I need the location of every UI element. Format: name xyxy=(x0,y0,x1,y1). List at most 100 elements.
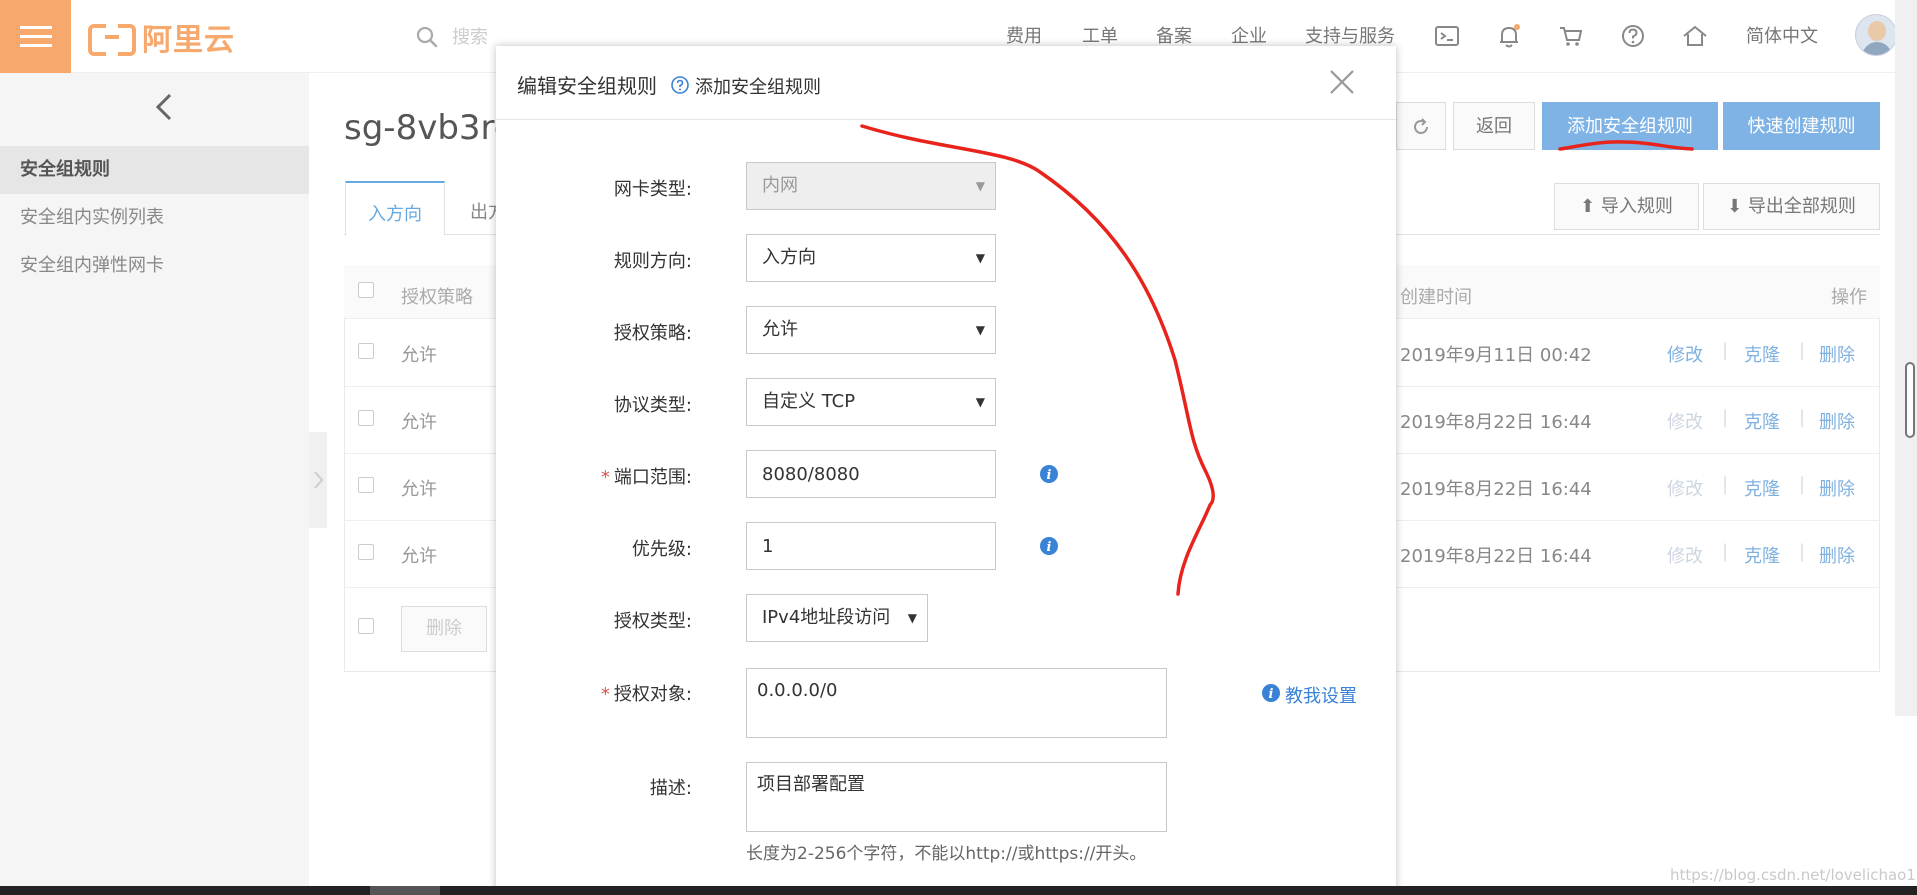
nic-type-label: 网卡类型: xyxy=(613,179,692,200)
clone-link[interactable]: 克隆 xyxy=(1744,341,1780,367)
column-header-policy: 授权策略 xyxy=(401,287,473,308)
sidebar-item-elastic-nic[interactable]: 安全组内弹性网卡 xyxy=(0,242,309,290)
protocol-select[interactable]: 自定义 TCP ▼ xyxy=(746,378,996,426)
terminal-icon[interactable] xyxy=(1433,22,1461,50)
aliyun-logo[interactable]: 阿里云 xyxy=(88,20,235,58)
notification-bell-icon[interactable] xyxy=(1495,22,1523,50)
upload-icon: ⬆ xyxy=(1580,196,1596,217)
policy-select[interactable]: 允许 ▼ xyxy=(746,306,996,354)
caret-down-icon: ▼ xyxy=(975,395,985,409)
bulk-select-checkbox[interactable] xyxy=(358,618,374,634)
shopping-cart-icon[interactable] xyxy=(1557,22,1585,50)
scrollbar-track[interactable] xyxy=(1895,0,1917,716)
direction-value: 入方向 xyxy=(762,247,816,268)
sidebar-toggle-handle[interactable] xyxy=(309,432,327,528)
caret-down-icon: ▼ xyxy=(907,611,917,625)
direction-label: 规则方向: xyxy=(613,251,692,272)
question-circle-icon[interactable] xyxy=(670,75,690,95)
nav-filing[interactable]: 备案 xyxy=(1156,22,1192,48)
auth-type-value: IPv4地址段访问 xyxy=(762,607,891,628)
port-range-input[interactable] xyxy=(746,450,996,498)
port-range-label: * 端口范围: xyxy=(492,463,692,489)
auth-object-label-text: 授权对象: xyxy=(613,684,692,705)
import-rules-label: 导入规则 xyxy=(1600,196,1673,217)
column-header-created-time: 创建时间 xyxy=(1400,287,1472,308)
modify-link[interactable]: 修改 xyxy=(1667,475,1703,501)
auth-object-textarea[interactable]: 0.0.0.0/0 xyxy=(746,668,1167,738)
auth-type-label: 授权类型: xyxy=(613,611,692,632)
column-header-actions: 操作 xyxy=(1831,287,1867,308)
policy-value: 允许 xyxy=(762,319,798,340)
clone-link[interactable]: 克隆 xyxy=(1744,542,1780,568)
nav-fees[interactable]: 费用 xyxy=(1006,22,1042,48)
home-icon[interactable] xyxy=(1681,22,1709,50)
action-separator: | xyxy=(1722,340,1729,361)
nav-support[interactable]: 支持与服务 xyxy=(1305,22,1395,48)
auth-type-select[interactable]: IPv4地址段访问 ▼ xyxy=(746,594,928,642)
add-rule-help-link[interactable]: 添加安全组规则 xyxy=(695,73,821,99)
tutorial-link[interactable]: 教我设置 xyxy=(1285,682,1357,708)
clone-link[interactable]: 克隆 xyxy=(1744,408,1780,434)
language-switch[interactable]: 简体中文 xyxy=(1746,22,1818,48)
delete-link[interactable]: 删除 xyxy=(1819,475,1855,501)
info-icon[interactable]: i xyxy=(1039,536,1059,556)
export-rules-button[interactable]: ⬇ 导出全部规则 xyxy=(1703,183,1880,230)
svg-text:i: i xyxy=(1269,687,1274,702)
sidebar-item-instance-list[interactable]: 安全组内实例列表 xyxy=(0,194,309,242)
action-separator: | xyxy=(1722,541,1729,562)
modify-link[interactable]: 修改 xyxy=(1667,542,1703,568)
row-checkbox[interactable] xyxy=(358,343,374,359)
quick-create-rule-button[interactable]: 快速创建规则 xyxy=(1723,102,1880,150)
action-separator: | xyxy=(1722,407,1729,428)
info-icon[interactable]: i xyxy=(1039,464,1059,484)
row-checkbox[interactable] xyxy=(358,477,374,493)
row-checkbox[interactable] xyxy=(358,544,374,560)
taskbar-item[interactable] xyxy=(370,886,440,895)
priority-input[interactable] xyxy=(746,522,996,570)
tab-inbound[interactable]: 入方向 xyxy=(345,181,445,235)
page-title: sg-8vb3rc xyxy=(344,108,513,148)
user-avatar[interactable] xyxy=(1855,14,1897,56)
export-rules-label: 导出全部规则 xyxy=(1747,196,1856,217)
hamburger-menu-button[interactable] xyxy=(0,0,71,73)
modify-link[interactable]: 修改 xyxy=(1667,408,1703,434)
row-checkbox[interactable] xyxy=(358,410,374,426)
delete-link[interactable]: 删除 xyxy=(1819,341,1855,367)
table-cell-created-time: 2019年9月11日 00:42 xyxy=(1400,345,1592,366)
delete-link[interactable]: 删除 xyxy=(1819,542,1855,568)
back-button[interactable]: 返回 xyxy=(1453,102,1535,150)
select-all-checkbox[interactable] xyxy=(358,282,374,298)
close-icon[interactable] xyxy=(1328,68,1356,96)
search-icon[interactable] xyxy=(416,26,438,48)
chevron-left-icon[interactable] xyxy=(150,92,180,122)
description-label: 描述: xyxy=(649,778,692,799)
bulk-delete-button[interactable]: 删除 xyxy=(401,606,487,652)
refresh-button[interactable] xyxy=(1396,102,1446,150)
caret-down-icon: ▼ xyxy=(975,323,985,337)
nav-tickets[interactable]: 工单 xyxy=(1082,22,1118,48)
nav-enterprise[interactable]: 企业 xyxy=(1231,22,1267,48)
scrollbar-thumb[interactable] xyxy=(1905,362,1915,438)
action-separator: | xyxy=(1799,541,1806,562)
auth-object-label: * 授权对象: xyxy=(492,680,692,706)
help-circle-icon[interactable] xyxy=(1619,22,1647,50)
clone-link[interactable]: 克隆 xyxy=(1744,475,1780,501)
refresh-icon xyxy=(1414,118,1428,134)
direction-select[interactable]: 入方向 ▼ xyxy=(746,234,996,282)
add-rule-button[interactable]: 添加安全组规则 xyxy=(1542,102,1718,150)
modify-link[interactable]: 修改 xyxy=(1667,341,1703,367)
port-range-label-text: 端口范围: xyxy=(613,467,692,488)
required-mark: * xyxy=(600,684,610,705)
delete-link[interactable]: 删除 xyxy=(1819,408,1855,434)
table-cell-created-time: 2019年8月22日 16:44 xyxy=(1400,546,1592,567)
aliyun-logo-icon xyxy=(88,22,136,56)
info-icon[interactable]: i xyxy=(1261,683,1281,703)
import-rules-button[interactable]: ⬆ 导入规则 xyxy=(1554,183,1699,230)
table-cell-created-time: 2019年8月22日 16:44 xyxy=(1400,412,1592,433)
table-cell-policy: 允许 xyxy=(401,479,437,500)
svg-text:i: i xyxy=(1047,540,1052,555)
description-textarea[interactable]: 项目部署配置 xyxy=(746,762,1167,832)
sidebar-item-security-group-rules[interactable]: 安全组规则 xyxy=(0,146,309,194)
nic-type-value: 内网 xyxy=(762,175,798,196)
protocol-label: 协议类型: xyxy=(613,395,692,416)
